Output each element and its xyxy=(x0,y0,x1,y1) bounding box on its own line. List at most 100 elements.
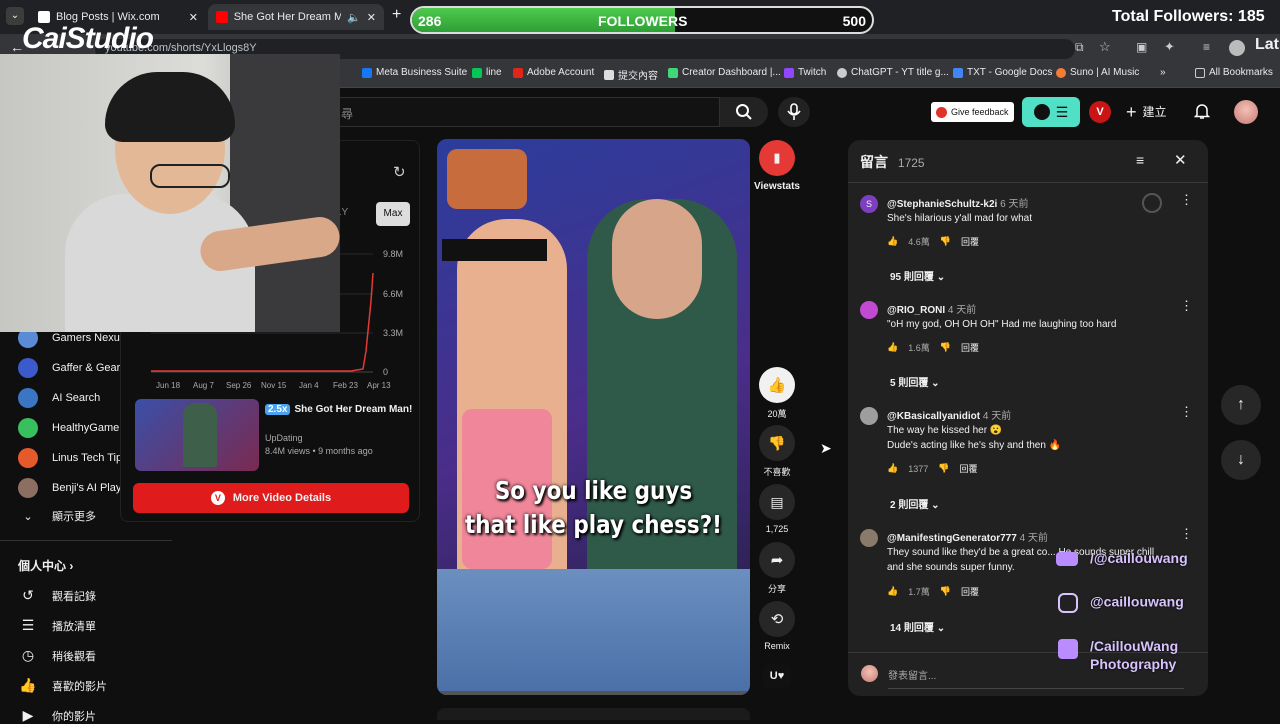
comment-author[interactable]: @StephanieSchultz-k2i 6 天前 xyxy=(887,195,1028,210)
chevron-down-icon: ⌄ xyxy=(931,500,940,511)
dislike-icon[interactable]: 👎 xyxy=(940,236,951,247)
comment-author[interactable]: @ManifestingGenerator777 4 天前 xyxy=(887,529,1048,544)
bookmark-all[interactable]: All Bookmarks xyxy=(1195,67,1273,78)
extension-icon[interactable]: ▣ xyxy=(1136,40,1147,54)
notifications-button[interactable] xyxy=(1193,102,1211,125)
commenter-avatar[interactable]: S xyxy=(860,195,878,213)
bookmark-line[interactable]: line xyxy=(472,67,502,78)
you-heading[interactable]: 個人中心 › xyxy=(18,557,73,574)
next-short-button[interactable]: ↓ xyxy=(1221,440,1261,480)
view-replies-button[interactable]: 14 則回覆 ⌄ xyxy=(890,619,945,634)
more-bookmarks-icon[interactable]: » xyxy=(1160,67,1166,78)
sidebar-watch-later[interactable]: ◷ 稍後觀看 xyxy=(18,647,96,664)
star-icon[interactable]: ☆ xyxy=(1099,39,1111,55)
bookmark-suno[interactable]: Suno | AI Music xyxy=(1056,67,1139,78)
like-icon[interactable]: 👍 xyxy=(887,586,898,597)
more-options-icon[interactable]: ⋮ xyxy=(1180,192,1193,208)
view-replies-button[interactable]: 5 則回覆 ⌄ xyxy=(890,374,940,389)
bookmark-submit[interactable]: 提交內容 xyxy=(604,67,658,82)
sort-icon[interactable]: ≡ xyxy=(1136,152,1144,168)
bookmark-chatgpt[interactable]: ChatGPT - YT title g... xyxy=(837,67,949,78)
dislike-button[interactable]: 👎 xyxy=(759,425,795,461)
bookmark-adobe[interactable]: Adobe Account xyxy=(513,67,594,78)
more-options-icon[interactable]: ⋮ xyxy=(1180,298,1193,314)
extension-icon xyxy=(1033,104,1050,120)
cast-icon[interactable]: ⧉ xyxy=(1075,40,1084,55)
next-video-preview[interactable] xyxy=(437,708,750,720)
sidebar-sub-gaffer-gear[interactable]: Gaffer & Gear xyxy=(18,358,120,378)
reply-button[interactable]: 回覆 xyxy=(961,235,979,248)
sidebar-history[interactable]: ↺ 觀看記錄 xyxy=(18,587,96,604)
bookmark-creator[interactable]: Creator Dashboard |... xyxy=(668,67,781,78)
viewstats-button[interactable]: ▮ xyxy=(759,140,795,176)
close-icon[interactable]: ✕ xyxy=(367,11,376,24)
comment-author[interactable]: @RIO_RONI 4 天前 xyxy=(887,301,976,316)
show-more-button[interactable]: ⌄ 顯示更多 xyxy=(18,508,96,524)
chevron-right-icon: › xyxy=(69,559,74,573)
range-max-button[interactable]: Max xyxy=(376,202,410,226)
folder-icon xyxy=(1195,67,1205,78)
commenter-avatar[interactable] xyxy=(860,407,878,425)
sidebar-liked[interactable]: 👍 喜歡的影片 xyxy=(18,677,107,694)
share-button[interactable]: ➦ xyxy=(759,542,795,578)
close-icon[interactable]: ✕ xyxy=(189,11,198,24)
voice-search-button[interactable] xyxy=(778,97,810,127)
extension-menu-button[interactable]: ☰ xyxy=(1022,97,1080,127)
search-button[interactable] xyxy=(720,97,768,127)
total-followers: Total Followers: 185 xyxy=(1112,8,1265,25)
search-input[interactable]: 尋 xyxy=(300,97,720,127)
reply-button[interactable]: 回覆 xyxy=(961,585,979,598)
view-replies-button[interactable]: 2 則回覆 ⌄ xyxy=(890,496,940,511)
viewstats-label: Viewstats xyxy=(754,181,800,192)
arrow-down-icon: ↓ xyxy=(1237,451,1245,468)
profile-avatar[interactable] xyxy=(1229,40,1245,56)
sidebar-sub-linus[interactable]: Linus Tech Tips xyxy=(18,448,128,468)
viewstats-extension-icon[interactable]: V xyxy=(1089,101,1111,123)
give-feedback-button[interactable]: Give feedback xyxy=(931,102,1014,122)
close-icon[interactable]: ✕ xyxy=(1174,151,1187,169)
account-avatar[interactable] xyxy=(1234,100,1258,124)
webcam-overlay xyxy=(0,54,340,332)
bookmark-meta[interactable]: Meta Business Suite xyxy=(362,67,467,78)
sidebar-your-videos[interactable]: ▶ 你的影片 xyxy=(18,707,96,724)
view-replies-button[interactable]: 95 則回覆 ⌄ xyxy=(890,268,945,283)
media-icon[interactable]: ≡ xyxy=(1203,40,1210,54)
like-button[interactable]: 👍 xyxy=(759,367,795,403)
more-video-details-button[interactable]: V More Video Details xyxy=(133,483,409,513)
video-thumbnail[interactable] xyxy=(135,399,259,471)
sidebar-sub-ai-search[interactable]: AI Search xyxy=(18,388,100,408)
like-icon[interactable]: 👍 xyxy=(887,342,898,353)
new-tab-button[interactable]: + xyxy=(392,6,401,24)
comment-author[interactable]: @KBasicallyanidiot 4 天前 xyxy=(887,407,1011,422)
bookmark-docs[interactable]: TXT - Google Docs xyxy=(953,67,1052,78)
create-button[interactable]: + 建立 xyxy=(1126,103,1167,121)
puzzle-icon[interactable]: ✦ xyxy=(1164,39,1175,55)
bookmark-twitch[interactable]: Twitch xyxy=(784,67,826,78)
dislike-icon[interactable]: 👎 xyxy=(940,586,951,597)
more-options-icon[interactable]: ⋮ xyxy=(1180,526,1193,542)
audio-icon[interactable]: 🔈 xyxy=(347,11,361,24)
reply-button[interactable]: 回覆 xyxy=(961,341,979,354)
previous-short-button[interactable]: ↑ xyxy=(1221,385,1261,425)
remix-button[interactable]: ⟲ xyxy=(759,601,795,637)
dislike-icon[interactable]: 👎 xyxy=(938,463,949,474)
tab-youtube[interactable]: She Got Her Dream Man! - 🔈 ✕ xyxy=(208,4,384,30)
sidebar-playlists[interactable]: ☰ 播放清單 xyxy=(18,617,96,634)
x-tick: Sep 26 xyxy=(226,381,252,390)
channel-avatar-button[interactable]: U♥ xyxy=(763,664,791,688)
commenter-avatar[interactable] xyxy=(860,529,878,547)
y-tick: 3.3M xyxy=(383,328,403,338)
like-icon[interactable]: 👍 xyxy=(887,463,898,474)
comments-button[interactable]: ▤ xyxy=(759,484,795,520)
followers-label: FOLLOWERS xyxy=(598,13,688,29)
dislike-icon[interactable]: 👎 xyxy=(940,342,951,353)
like-icon[interactable]: 👍 xyxy=(887,236,898,247)
refresh-icon[interactable]: ↻ xyxy=(393,163,406,181)
video-progress-track[interactable] xyxy=(437,691,750,695)
shorts-video-player[interactable]: So you like guys that like play chess?! xyxy=(437,139,750,695)
reply-button[interactable]: 回覆 xyxy=(959,462,977,475)
facebook-icon xyxy=(1058,639,1078,659)
commenter-avatar[interactable] xyxy=(860,301,878,319)
comment-item: @RIO_RONI 4 天前 "oH my god, OH OH OH" Had… xyxy=(860,298,1193,391)
more-options-icon[interactable]: ⋮ xyxy=(1180,404,1193,420)
